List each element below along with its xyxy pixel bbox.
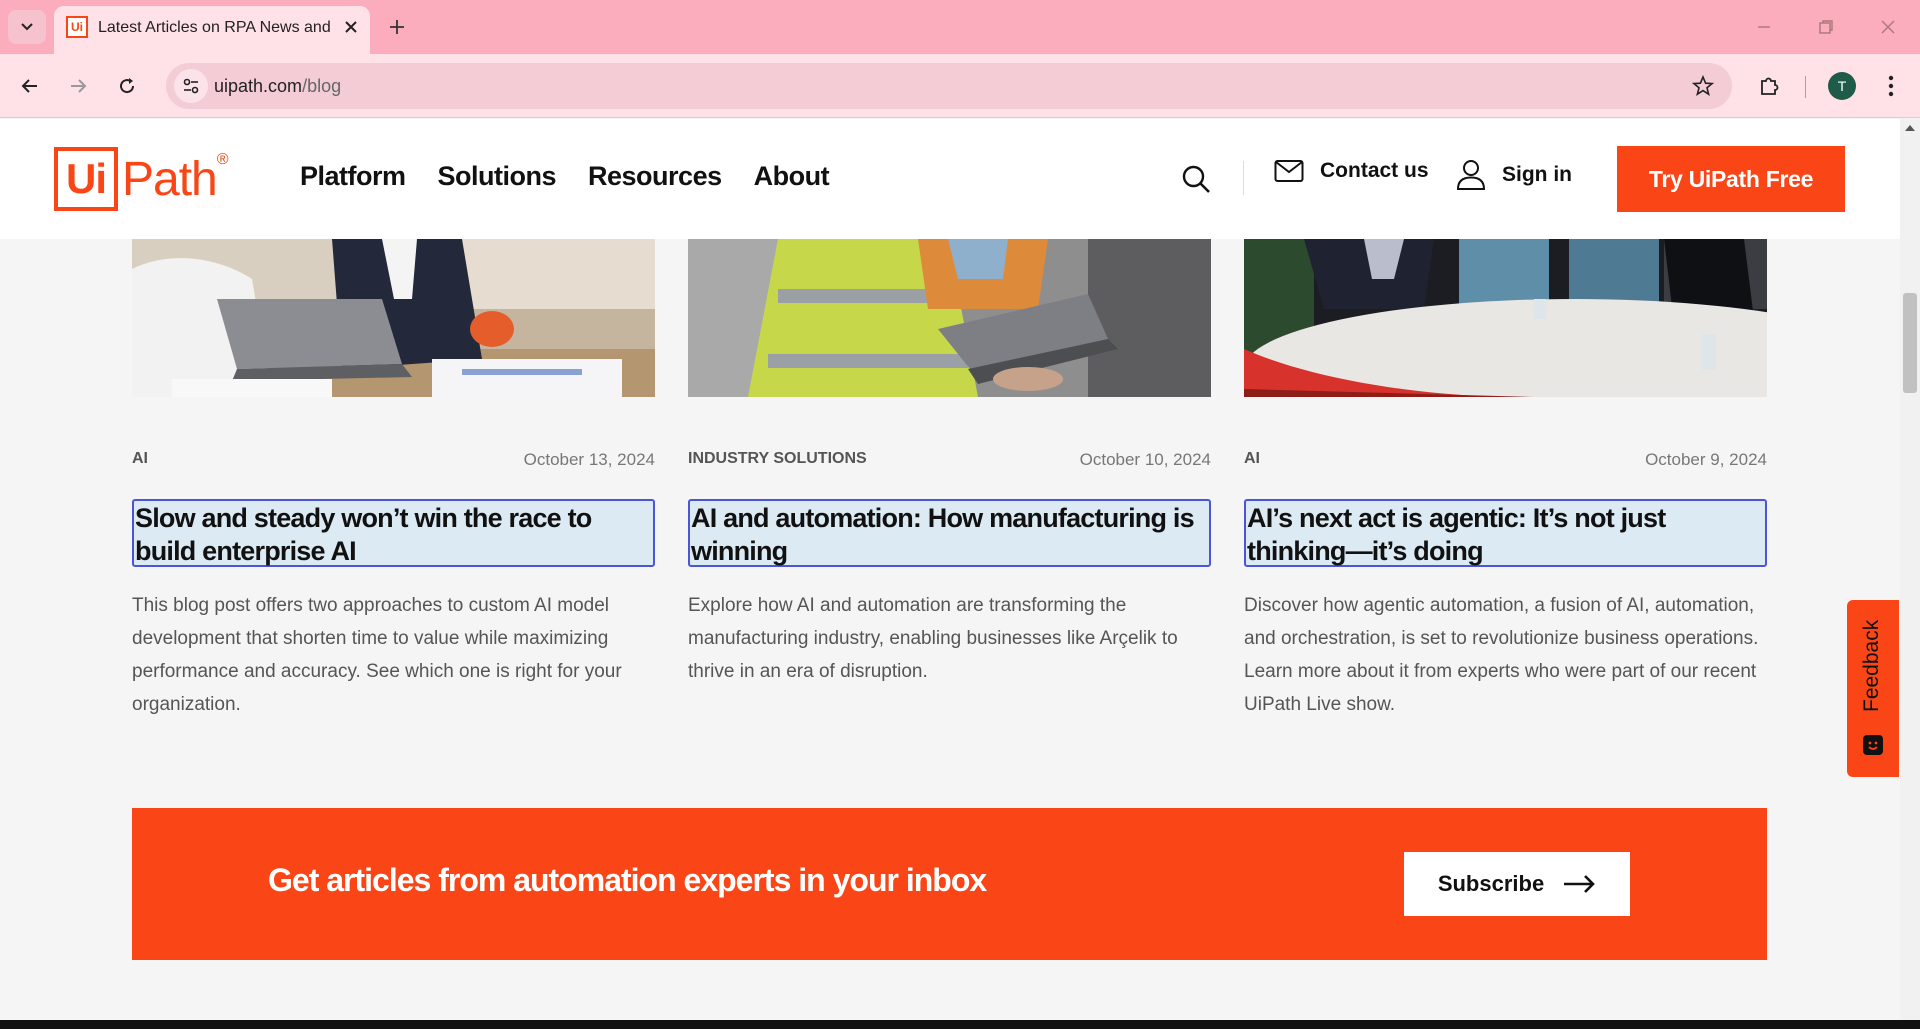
forward-button[interactable]	[60, 68, 96, 104]
article-title-link[interactable]: Slow and steady won’t win the race to bu…	[132, 499, 655, 567]
chevron-down-icon	[21, 23, 33, 31]
tab-title: Latest Articles on RPA News and	[98, 19, 330, 36]
feedback-smile-icon	[1863, 735, 1883, 755]
header-divider	[1243, 161, 1244, 195]
page-scrollbar[interactable]	[1900, 119, 1920, 1020]
main-nav: Platform Solutions Resources About	[300, 161, 830, 192]
plus-icon	[390, 20, 404, 34]
scrollbar-thumb[interactable]	[1903, 293, 1917, 393]
url-domain: uipath.com	[214, 76, 303, 96]
browser-toolbar: uipath.com/blog T	[0, 54, 1920, 118]
contact-us-label: Contact us	[1320, 159, 1429, 182]
user-icon	[1456, 160, 1486, 190]
logo-registered: ®	[216, 151, 229, 168]
site-header: Ui Path ® Platform Solutions Resources A…	[0, 119, 1900, 239]
uipath-logo[interactable]: Ui Path ®	[54, 147, 229, 211]
scroll-up-arrow-icon[interactable]	[1905, 125, 1915, 131]
article-image-studio[interactable]	[1244, 239, 1767, 397]
nav-about[interactable]: About	[754, 161, 830, 192]
article-title-link[interactable]: AI and automation: How manufacturing is …	[688, 499, 1211, 567]
mail-icon	[1274, 160, 1304, 182]
site-search-button[interactable]	[1178, 161, 1214, 197]
contact-us-link[interactable]: Contact us	[1274, 159, 1429, 183]
avatar: T	[1828, 72, 1856, 100]
article-description: Explore how AI and automation are transf…	[688, 595, 1178, 682]
article-date: October 10, 2024	[1079, 450, 1211, 469]
profile-button[interactable]: T	[1823, 67, 1861, 105]
feedback-tab[interactable]: Feedback	[1847, 600, 1899, 777]
tab-close-button[interactable]	[340, 16, 362, 38]
article-category[interactable]: AI	[1244, 450, 1260, 468]
sign-in-link[interactable]: Sign in	[1456, 159, 1572, 191]
nav-platform[interactable]: Platform	[300, 161, 406, 192]
tab-search-button[interactable]	[8, 10, 46, 44]
bookmark-button[interactable]	[1690, 73, 1716, 99]
subscribe-banner: Get articles from automation experts in …	[132, 808, 1767, 960]
bottom-edge	[0, 1020, 1920, 1029]
try-uipath-free-button[interactable]: Try UiPath Free	[1617, 146, 1845, 212]
article-date: October 9, 2024	[1645, 450, 1767, 469]
arrow-right-icon	[71, 79, 87, 93]
arrow-left-icon	[21, 79, 37, 93]
reload-icon	[120, 78, 135, 94]
tune-icon	[183, 78, 199, 94]
star-icon	[1692, 75, 1714, 96]
back-button[interactable]	[12, 68, 48, 104]
article-image-meeting[interactable]	[132, 239, 655, 397]
article-title-link[interactable]: AI’s next act is agentic: It’s not just …	[1244, 499, 1767, 567]
url-path: /blog	[302, 76, 342, 96]
browser-menu-button[interactable]	[1872, 67, 1910, 105]
site-info-button[interactable]	[174, 69, 208, 103]
puzzle-icon	[1761, 77, 1779, 95]
restore-icon	[1819, 20, 1833, 34]
article-description: Discover how agentic automation, a fusio…	[1244, 595, 1759, 715]
sign-in-label: Sign in	[1502, 163, 1572, 186]
article-date: October 13, 2024	[523, 450, 655, 469]
subscribe-label: Subscribe	[1437, 871, 1545, 896]
article-image-factory[interactable]	[688, 239, 1211, 397]
extensions-button[interactable]	[1750, 67, 1788, 105]
logo-box: Ui	[54, 147, 118, 211]
browser-tab-active[interactable]: Ui Latest Articles on RPA News and	[54, 6, 370, 54]
nav-resources[interactable]: Resources	[588, 161, 722, 192]
article-description: This blog post offers two approaches to …	[132, 595, 622, 715]
logo-text: Path	[122, 152, 218, 206]
subscribe-button[interactable]: Subscribe	[1404, 852, 1630, 916]
new-tab-button[interactable]	[382, 12, 412, 42]
minimize-button[interactable]	[1742, 10, 1786, 44]
subscribe-heading: Get articles from automation experts in …	[268, 862, 987, 898]
toolbar-divider	[1805, 76, 1806, 98]
uipath-favicon: Ui	[66, 16, 88, 38]
page-viewport: Ui Path ® Platform Solutions Resources A…	[0, 119, 1900, 1029]
browser-tabbar: Ui Latest Articles on RPA News and	[0, 0, 1920, 54]
address-bar[interactable]: uipath.com/blog	[166, 63, 1732, 109]
restore-button[interactable]	[1804, 10, 1848, 44]
window-close-button[interactable]	[1866, 10, 1910, 44]
close-icon	[345, 21, 357, 33]
url-text: uipath.com/blog	[214, 76, 341, 97]
feedback-label: Feedback	[1860, 619, 1883, 712]
nav-solutions[interactable]: Solutions	[438, 161, 557, 192]
article-category[interactable]: AI	[132, 450, 148, 468]
more-vertical-icon	[1888, 75, 1894, 97]
arrow-right-icon	[1564, 875, 1596, 893]
article-category[interactable]: INDUSTRY SOLUTIONS	[688, 450, 867, 468]
close-icon	[1881, 20, 1895, 34]
search-icon	[1182, 165, 1210, 193]
minimize-icon	[1758, 26, 1770, 28]
reload-button[interactable]	[109, 68, 145, 104]
